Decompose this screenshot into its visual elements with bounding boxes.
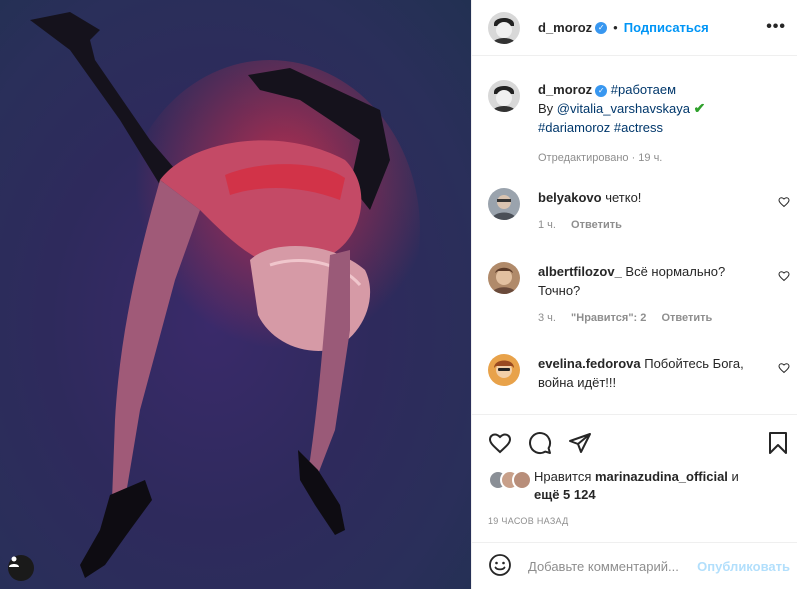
reply-button[interactable]: Ответить [571,219,622,231]
liker-username[interactable]: marinazudina_official [595,469,728,484]
comment-input[interactable]: Добавьте комментарий... [528,559,697,574]
like-comment-heart-icon[interactable] [778,196,790,211]
caption-username[interactable]: d_moroz [538,82,592,97]
commenter-avatar[interactable] [488,262,520,294]
by-label: By [538,101,554,116]
comment-time[interactable]: 3 ч. [538,312,556,324]
tagged-users-button[interactable] [8,555,34,581]
caption-author-avatar[interactable] [488,80,520,112]
post-header: d_moroz ✓ • Подписаться ••• [472,0,797,56]
avatar-image [488,354,520,386]
photo-illustration [30,12,420,578]
comment-item: evelina.fedorova Побойтесь Бога, война и… [488,354,797,392]
separator-dot: • [613,20,618,35]
hashtag-link[interactable]: #работаем [611,82,676,97]
share-paper-plane-icon[interactable] [568,431,592,458]
comment-username[interactable]: albertfilozov_ [538,264,622,279]
like-comment-heart-icon[interactable] [778,270,790,285]
like-heart-icon[interactable] [488,431,512,458]
comment-bubble-icon[interactable] [528,431,552,458]
comment-text: albertfilozov_ Всё нормально? Точно? [538,262,768,300]
publish-button[interactable]: Опубликовать [697,559,790,574]
comment-text: belyakovo четко! [538,188,768,207]
likes-and: и [731,469,739,484]
comment-meta: 3 ч. "Нравится": 2 Ответить [538,312,797,324]
commenter-avatar[interactable] [488,188,520,220]
user-icon [9,556,19,567]
follow-button[interactable]: Подписаться [624,20,709,35]
liker-avatar [512,470,532,490]
comment-body: четко! [605,190,642,205]
comment-username[interactable]: belyakovo [538,190,602,205]
likes-summary: Нравится marinazudina_official и ещё 5 1… [488,468,788,504]
checkmark-icon: ✔ [693,100,706,116]
post-photo[interactable] [0,0,471,589]
save-bookmark-icon[interactable] [768,431,788,458]
like-comment-heart-icon[interactable] [778,362,790,377]
comment-likes[interactable]: "Нравится": 2 [571,312,646,324]
comment-meta: 1 ч. Ответить [538,219,797,231]
caption-text: d_moroz ✓ #работаем By @vitalia_varshavsk… [538,80,788,168]
author-username[interactable]: d_moroz [538,20,592,35]
likes-text: Нравится marinazudina_official и ещё 5 1… [534,468,788,504]
comment-username[interactable]: evelina.fedorova [538,356,641,371]
post-caption: d_moroz ✓ #работаем By @vitalia_varshavsk… [488,80,788,168]
verified-badge-icon: ✓ [595,84,608,97]
likes-count[interactable]: ещё 5 124 [534,487,596,502]
hashtag-link[interactable]: #actress [614,120,663,135]
comment-item: albertfilozov_ Всё нормально? Точно? 3 ч… [488,262,797,324]
emoji-icon[interactable] [488,553,512,580]
author-avatar[interactable] [488,11,520,44]
post-actions-bar [472,414,797,470]
avatar-image [488,188,520,220]
mention-link[interactable]: @vitalia_varshavskaya [557,101,690,116]
post-timestamp[interactable]: 19 ЧАСОВ НАЗАД [488,516,569,526]
avatar-image [488,11,520,44]
liker-avatars[interactable] [488,470,532,490]
more-options-icon[interactable]: ••• [766,18,786,36]
post-details-panel: d_moroz ✓ • Подписаться ••• d_moroz ✓ #ра… [471,0,797,589]
avatar-image [488,262,520,294]
hashtag-link[interactable]: #dariamoroz [538,120,610,135]
likes-prefix: Нравится [534,469,592,484]
add-comment-bar: Добавьте комментарий... Опубликовать [472,542,797,589]
comment-item: belyakovo четко! 1 ч. Ответить [488,188,797,231]
reply-button[interactable]: Ответить [661,312,712,324]
comment-time[interactable]: 1 ч. [538,219,556,231]
caption-meta: Отредактировано · 19 ч. [538,152,663,164]
commenter-avatar[interactable] [488,354,520,386]
verified-badge-icon: ✓ [595,21,608,34]
avatar-image [488,80,520,112]
comment-text: evelina.fedorova Побойтесь Бога, война и… [538,354,768,392]
